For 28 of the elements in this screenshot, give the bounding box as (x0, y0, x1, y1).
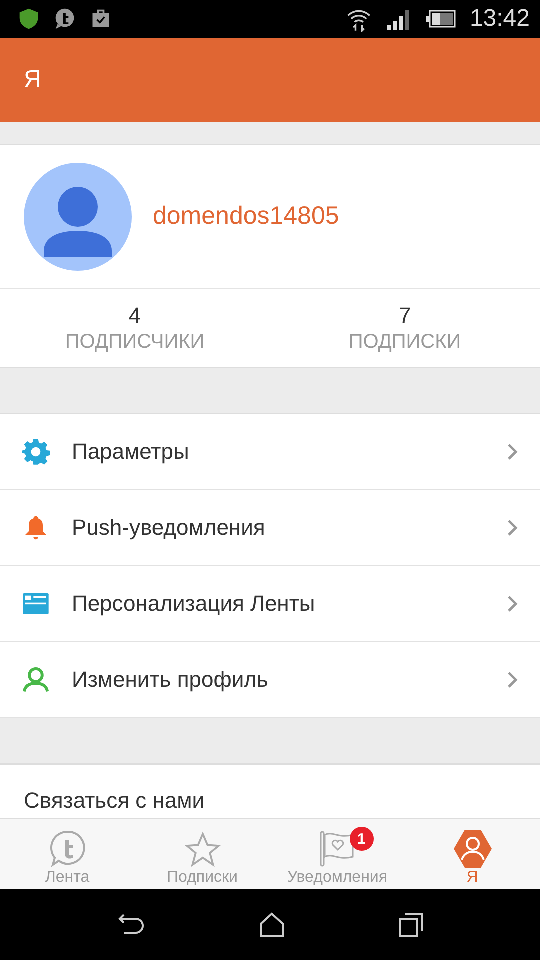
chevron-icon (506, 518, 520, 538)
clock-time: 13:42 (470, 5, 530, 33)
stat-count: 7 (398, 302, 412, 328)
stat-label: ПОДПИСЧИКИ (65, 330, 205, 354)
chevron-icon (506, 670, 520, 690)
battery-icon (426, 10, 456, 28)
home-icon[interactable] (258, 912, 285, 938)
signal-icon (386, 8, 412, 30)
chevron-icon (506, 442, 520, 462)
recents-icon[interactable] (398, 912, 424, 938)
briefcase-icon (90, 8, 112, 30)
username: domendos14805 (153, 202, 340, 231)
chat-bubble-icon (54, 8, 76, 30)
chat-bubble-icon (48, 829, 88, 869)
shield-icon (18, 8, 40, 30)
menu-item[interactable]: Связаться с нами (24, 788, 205, 818)
avatar-icon (24, 162, 132, 270)
notification-badge: 1 (350, 827, 374, 851)
stat-count: 4 (128, 302, 142, 328)
stat-label: ПОДПИСКИ (348, 330, 462, 354)
star-icon (184, 831, 222, 869)
person-icon (22, 666, 50, 694)
nav-tab[interactable]: Уведомления 1 (270, 819, 405, 889)
profile-icon (452, 829, 492, 869)
back-icon[interactable] (116, 913, 146, 937)
settings-icon (22, 438, 50, 466)
app-bar-title: Я (24, 66, 42, 94)
chevron-icon (506, 594, 520, 614)
